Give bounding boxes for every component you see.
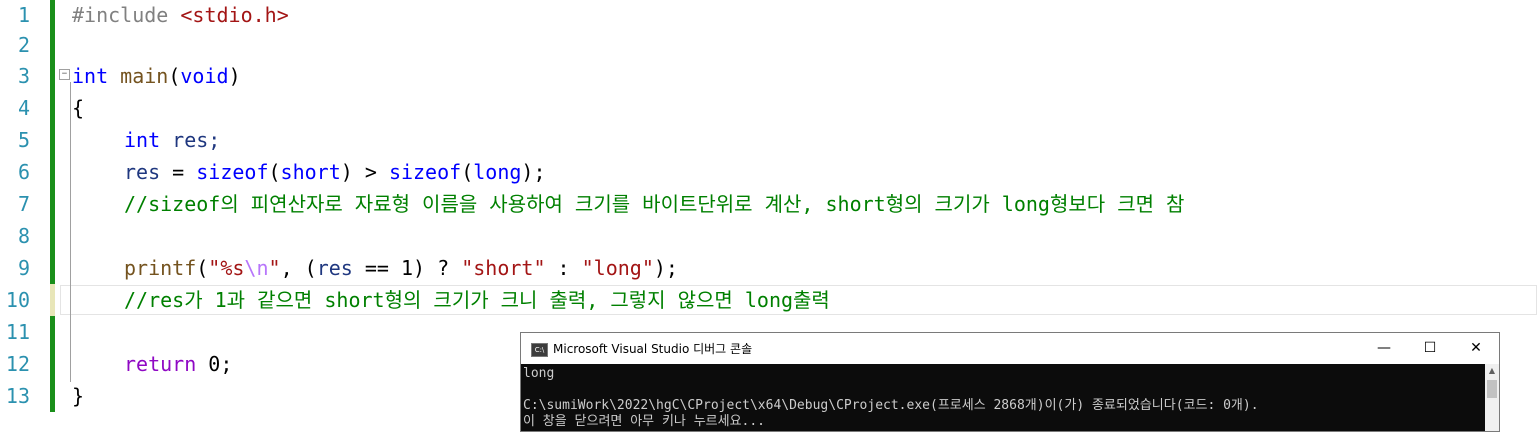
- string-literal: "long": [581, 256, 654, 280]
- operator: ==: [352, 256, 401, 280]
- line-number: 11: [5, 320, 30, 344]
- line-number: 8: [17, 224, 30, 248]
- number-literal: 1: [400, 256, 414, 280]
- maximize-button[interactable]: ☐: [1407, 333, 1453, 364]
- keyword: sizeof: [196, 160, 269, 184]
- comment: //sizeof의 피연산자로 자료형 이름을 사용하여 크기를 바이트단위로 …: [124, 192, 1185, 216]
- line-number: 9: [17, 256, 30, 280]
- line-number-gutter: 1 2 3 4 5 6 7 8 9 10 11 12 13: [0, 0, 48, 428]
- paren: );: [653, 256, 678, 280]
- paren: ): [228, 64, 241, 88]
- saved-change-bar: [50, 316, 55, 412]
- code-line-6[interactable]: res = sizeof(short) > sizeof(long);: [124, 156, 546, 188]
- keyword: sizeof: [388, 160, 462, 184]
- fold-region-guide: [70, 82, 71, 382]
- brace: }: [72, 384, 85, 408]
- code-line-13[interactable]: }: [72, 380, 84, 412]
- console-title: Microsoft Visual Studio 디버그 콘솔: [553, 342, 753, 356]
- keyword: int: [124, 128, 161, 152]
- collapse-icon[interactable]: −: [59, 69, 70, 80]
- code-line-1[interactable]: #include <stdio.h>: [72, 0, 289, 31]
- code-line-10[interactable]: //res가 1과 같으면 short형의 크기가 크니 출력, 그렇지 않으면…: [124, 284, 830, 316]
- scroll-up-icon[interactable]: ▲: [1485, 364, 1499, 378]
- keyword: return: [124, 352, 197, 376]
- keyword: int: [72, 64, 109, 88]
- line-number: 13: [5, 384, 30, 408]
- code-line-9[interactable]: printf("%s\n", (res == 1) ? "short" : "l…: [124, 252, 678, 284]
- string-literal: "short": [461, 256, 546, 280]
- console-app-icon: C:\: [531, 343, 548, 357]
- operator: ) ?: [413, 256, 462, 280]
- console-output-line: long: [523, 366, 555, 381]
- line-number: 3: [17, 64, 30, 88]
- minimize-button[interactable]: —: [1361, 333, 1407, 364]
- scroll-thumb[interactable]: [1487, 380, 1497, 398]
- function-name: main: [120, 64, 169, 88]
- string-literal: ": [268, 256, 281, 280]
- saved-change-bar: [50, 0, 55, 284]
- code-line-5[interactable]: int res;: [124, 124, 220, 156]
- unsaved-change-bar: [50, 284, 55, 316]
- function-name: printf: [124, 256, 197, 280]
- code-line-4[interactable]: {: [72, 92, 84, 124]
- line-number: 2: [17, 33, 30, 57]
- code-line-3[interactable]: int main(void): [72, 60, 241, 92]
- line-number: 4: [17, 96, 30, 120]
- paren: (: [461, 160, 474, 184]
- line-number: 6: [17, 160, 30, 184]
- operator: =: [160, 160, 197, 184]
- close-button[interactable]: ✕: [1453, 333, 1499, 364]
- console-output[interactable]: long C:\sumiWork\2022\hgC\CProject\x64\D…: [521, 364, 1485, 431]
- operator: :: [545, 256, 582, 280]
- variable: res: [316, 256, 353, 280]
- line-number: 7: [17, 192, 30, 216]
- escape-sequence: \n: [244, 256, 269, 280]
- paren: (: [168, 64, 181, 88]
- line-number: 10: [5, 288, 30, 312]
- line-number: 1: [17, 3, 30, 27]
- console-output-line: C:\sumiWork\2022\hgC\CProject\x64\Debug\…: [523, 398, 1259, 413]
- keyword: long: [473, 160, 522, 184]
- debug-console-window[interactable]: C:\ Microsoft Visual Studio 디버그 콘솔 — ☐ ✕…: [520, 332, 1500, 432]
- line-number: 5: [17, 128, 30, 152]
- preprocessor-directive: #include: [72, 3, 169, 27]
- paren: );: [521, 160, 546, 184]
- operator: ) >: [340, 160, 389, 184]
- console-scrollbar[interactable]: ▲: [1485, 364, 1499, 431]
- comment: //res가 1과 같으면 short형의 크기가 크니 출력, 그렇지 않으면…: [124, 288, 830, 312]
- declaration: res;: [160, 128, 221, 152]
- return-value: 0;: [196, 352, 233, 376]
- code-line-7[interactable]: //sizeof의 피연산자로 자료형 이름을 사용하여 크기를 바이트단위로 …: [124, 188, 1184, 220]
- string-literal: "%s: [208, 256, 245, 280]
- paren: (: [268, 160, 281, 184]
- keyword: void: [180, 64, 229, 88]
- line-number: 12: [5, 352, 30, 376]
- include-header: <stdio.h>: [180, 3, 289, 27]
- brace: {: [72, 96, 85, 120]
- punctuation: , (: [280, 256, 317, 280]
- keyword: short: [280, 160, 341, 184]
- code-line-12[interactable]: return 0;: [124, 348, 232, 380]
- console-titlebar[interactable]: C:\ Microsoft Visual Studio 디버그 콘솔 — ☐ ✕: [521, 333, 1499, 364]
- variable: res: [124, 160, 161, 184]
- paren: (: [196, 256, 209, 280]
